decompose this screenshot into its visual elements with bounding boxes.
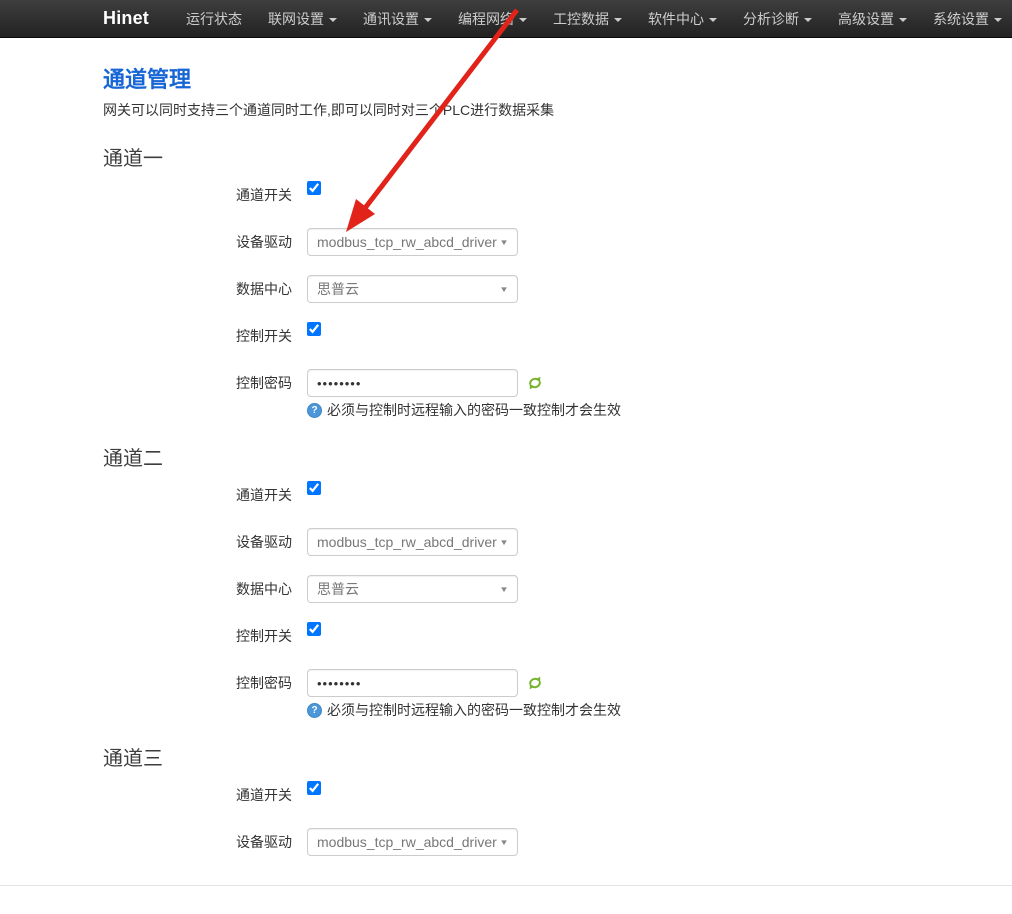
nav-item-label: 编程网络 xyxy=(458,9,514,29)
caret-down-icon xyxy=(899,18,907,22)
control-password-label: 控制密码 xyxy=(103,369,292,397)
help-question-icon: ? xyxy=(307,703,322,718)
nav-item-label: 通讯设置 xyxy=(363,9,419,29)
page-subtitle: 网关可以同时支持三个通道同时工作,即可以同时对三个PLC进行数据采集 xyxy=(103,100,972,120)
caret-down-icon xyxy=(614,18,622,22)
refresh-password-button[interactable] xyxy=(526,674,544,692)
control-switch-label: 控制开关 xyxy=(103,622,292,650)
device-driver-label: 设备驱动 xyxy=(103,828,292,856)
password-help-text: 必须与控制时远程输入的密码一致控制才会生效 xyxy=(327,701,621,720)
channels: 通道一 通道开关 设备驱动 modbus_tcp_rw_abcd_driver … xyxy=(103,148,972,856)
device-driver-row: 设备驱动 modbus_tcp_rw_abcd_driver ▼ xyxy=(103,828,972,856)
chevron-down-icon: ▼ xyxy=(499,838,509,847)
channel-section: 通道一 通道开关 设备驱动 modbus_tcp_rw_abcd_driver … xyxy=(103,148,972,420)
control-password-label: 控制密码 xyxy=(103,669,292,697)
control-password-input[interactable] xyxy=(307,369,518,397)
nav-item-label: 运行状态 xyxy=(186,9,242,29)
device-driver-select[interactable]: modbus_tcp_rw_abcd_driver ▼ xyxy=(307,528,518,556)
page-title: 通道管理 xyxy=(103,62,972,94)
help-question-icon: ? xyxy=(307,403,322,418)
caret-down-icon xyxy=(804,18,812,22)
caret-down-icon xyxy=(424,18,432,22)
password-help-text: 必须与控制时远程输入的密码一致控制才会生效 xyxy=(327,401,621,420)
password-help: ? 必须与控制时远程输入的密码一致控制才会生效 xyxy=(307,401,621,420)
refresh-icon xyxy=(527,675,543,691)
nav-item-label: 分析诊断 xyxy=(743,9,799,29)
nav-item-label: 工控数据 xyxy=(553,9,609,29)
control-password-input[interactable] xyxy=(307,669,518,697)
caret-down-icon xyxy=(709,18,717,22)
channel-title: 通道二 xyxy=(103,448,972,470)
data-center-select[interactable]: 思普云 ▼ xyxy=(307,275,518,303)
device-driver-row: 设备驱动 modbus_tcp_rw_abcd_driver ▼ xyxy=(103,228,972,256)
device-driver-value: modbus_tcp_rw_abcd_driver xyxy=(317,834,497,850)
control-switch-checkbox[interactable] xyxy=(307,322,321,336)
chevron-down-icon: ▼ xyxy=(499,285,509,294)
chevron-down-icon: ▼ xyxy=(499,585,509,594)
data-center-row: 数据中心 思普云 ▼ xyxy=(103,575,972,603)
channel-section: 通道二 通道开关 设备驱动 modbus_tcp_rw_abcd_driver … xyxy=(103,448,972,720)
nav-item-software-center[interactable]: 软件中心 xyxy=(635,0,730,37)
nav-item-run-status[interactable]: 运行状态 xyxy=(173,0,255,37)
nav-item-industrial-data[interactable]: 工控数据 xyxy=(540,0,635,37)
data-center-select[interactable]: 思普云 ▼ xyxy=(307,575,518,603)
nav-item-label: 软件中心 xyxy=(648,9,704,29)
chevron-down-icon: ▼ xyxy=(499,238,509,247)
channel-switch-checkbox[interactable] xyxy=(307,181,321,195)
chevron-down-icon: ▼ xyxy=(499,538,509,547)
refresh-password-button[interactable] xyxy=(526,374,544,392)
control-switch-checkbox[interactable] xyxy=(307,622,321,636)
nav-item-comm-settings[interactable]: 通讯设置 xyxy=(350,0,445,37)
nav-item-network-settings[interactable]: 联网设置 xyxy=(255,0,350,37)
control-password-row: 控制密码 ? 必须与控制时远程输入的密码一致控制才会生 xyxy=(103,369,972,420)
nav-item-label: 联网设置 xyxy=(268,9,324,29)
channel-switch-row: 通道开关 xyxy=(103,481,972,509)
channel-title: 通道一 xyxy=(103,148,972,170)
nav-item-label: 高级设置 xyxy=(838,9,894,29)
nav-item-label: 系统设置 xyxy=(933,9,989,29)
device-driver-value: modbus_tcp_rw_abcd_driver xyxy=(317,234,497,250)
device-driver-select[interactable]: modbus_tcp_rw_abcd_driver ▼ xyxy=(307,828,518,856)
viewport-bottom-edge xyxy=(0,885,1012,914)
data-center-label: 数据中心 xyxy=(103,575,292,603)
data-center-label: 数据中心 xyxy=(103,275,292,303)
navbar-menu: 运行状态联网设置通讯设置编程网络工控数据软件中心分析诊断高级设置系统设置退出 xyxy=(173,0,1012,37)
channel-title: 通道三 xyxy=(103,748,972,770)
refresh-icon xyxy=(527,375,543,391)
control-password-row: 控制密码 ? 必须与控制时远程输入的密码一致控制才会生 xyxy=(103,669,972,720)
nav-item-system-settings[interactable]: 系统设置 xyxy=(920,0,1012,37)
data-center-row: 数据中心 思普云 ▼ xyxy=(103,275,972,303)
data-center-value: 思普云 xyxy=(317,279,359,299)
control-switch-label: 控制开关 xyxy=(103,322,292,350)
nav-item-advanced-settings[interactable]: 高级设置 xyxy=(825,0,920,37)
caret-down-icon xyxy=(994,18,1002,22)
device-driver-row: 设备驱动 modbus_tcp_rw_abcd_driver ▼ xyxy=(103,528,972,556)
device-driver-value: modbus_tcp_rw_abcd_driver xyxy=(317,534,497,550)
caret-down-icon xyxy=(329,18,337,22)
caret-down-icon xyxy=(519,18,527,22)
brand-logo[interactable]: Hinet xyxy=(103,8,149,29)
control-switch-row: 控制开关 xyxy=(103,322,972,350)
device-driver-select[interactable]: modbus_tcp_rw_abcd_driver ▼ xyxy=(307,228,518,256)
top-navbar: Hinet 运行状态 联网设置 通讯设置 编程网络 工控数据 软件中心 分析诊断 高级设置 系统… xyxy=(0,0,1012,38)
channel-switch-label: 通道开关 xyxy=(103,181,292,209)
device-driver-label: 设备驱动 xyxy=(103,528,292,556)
password-help: ? 必须与控制时远程输入的密码一致控制才会生效 xyxy=(307,701,621,720)
channel-switch-checkbox[interactable] xyxy=(307,481,321,495)
channel-switch-row: 通道开关 xyxy=(103,781,972,809)
channel-switch-row: 通道开关 xyxy=(103,181,972,209)
channel-section: 通道三 通道开关 设备驱动 modbus_tcp_rw_abcd_driver … xyxy=(103,748,972,856)
control-switch-row: 控制开关 xyxy=(103,622,972,650)
nav-item-programming-network[interactable]: 编程网络 xyxy=(445,0,540,37)
nav-item-analysis-diagnosis[interactable]: 分析诊断 xyxy=(730,0,825,37)
channel-switch-checkbox[interactable] xyxy=(307,781,321,795)
device-driver-label: 设备驱动 xyxy=(103,228,292,256)
main-content: 通道管理 网关可以同时支持三个通道同时工作,即可以同时对三个PLC进行数据采集 … xyxy=(103,62,1012,856)
data-center-value: 思普云 xyxy=(317,579,359,599)
channel-switch-label: 通道开关 xyxy=(103,781,292,809)
channel-switch-label: 通道开关 xyxy=(103,481,292,509)
